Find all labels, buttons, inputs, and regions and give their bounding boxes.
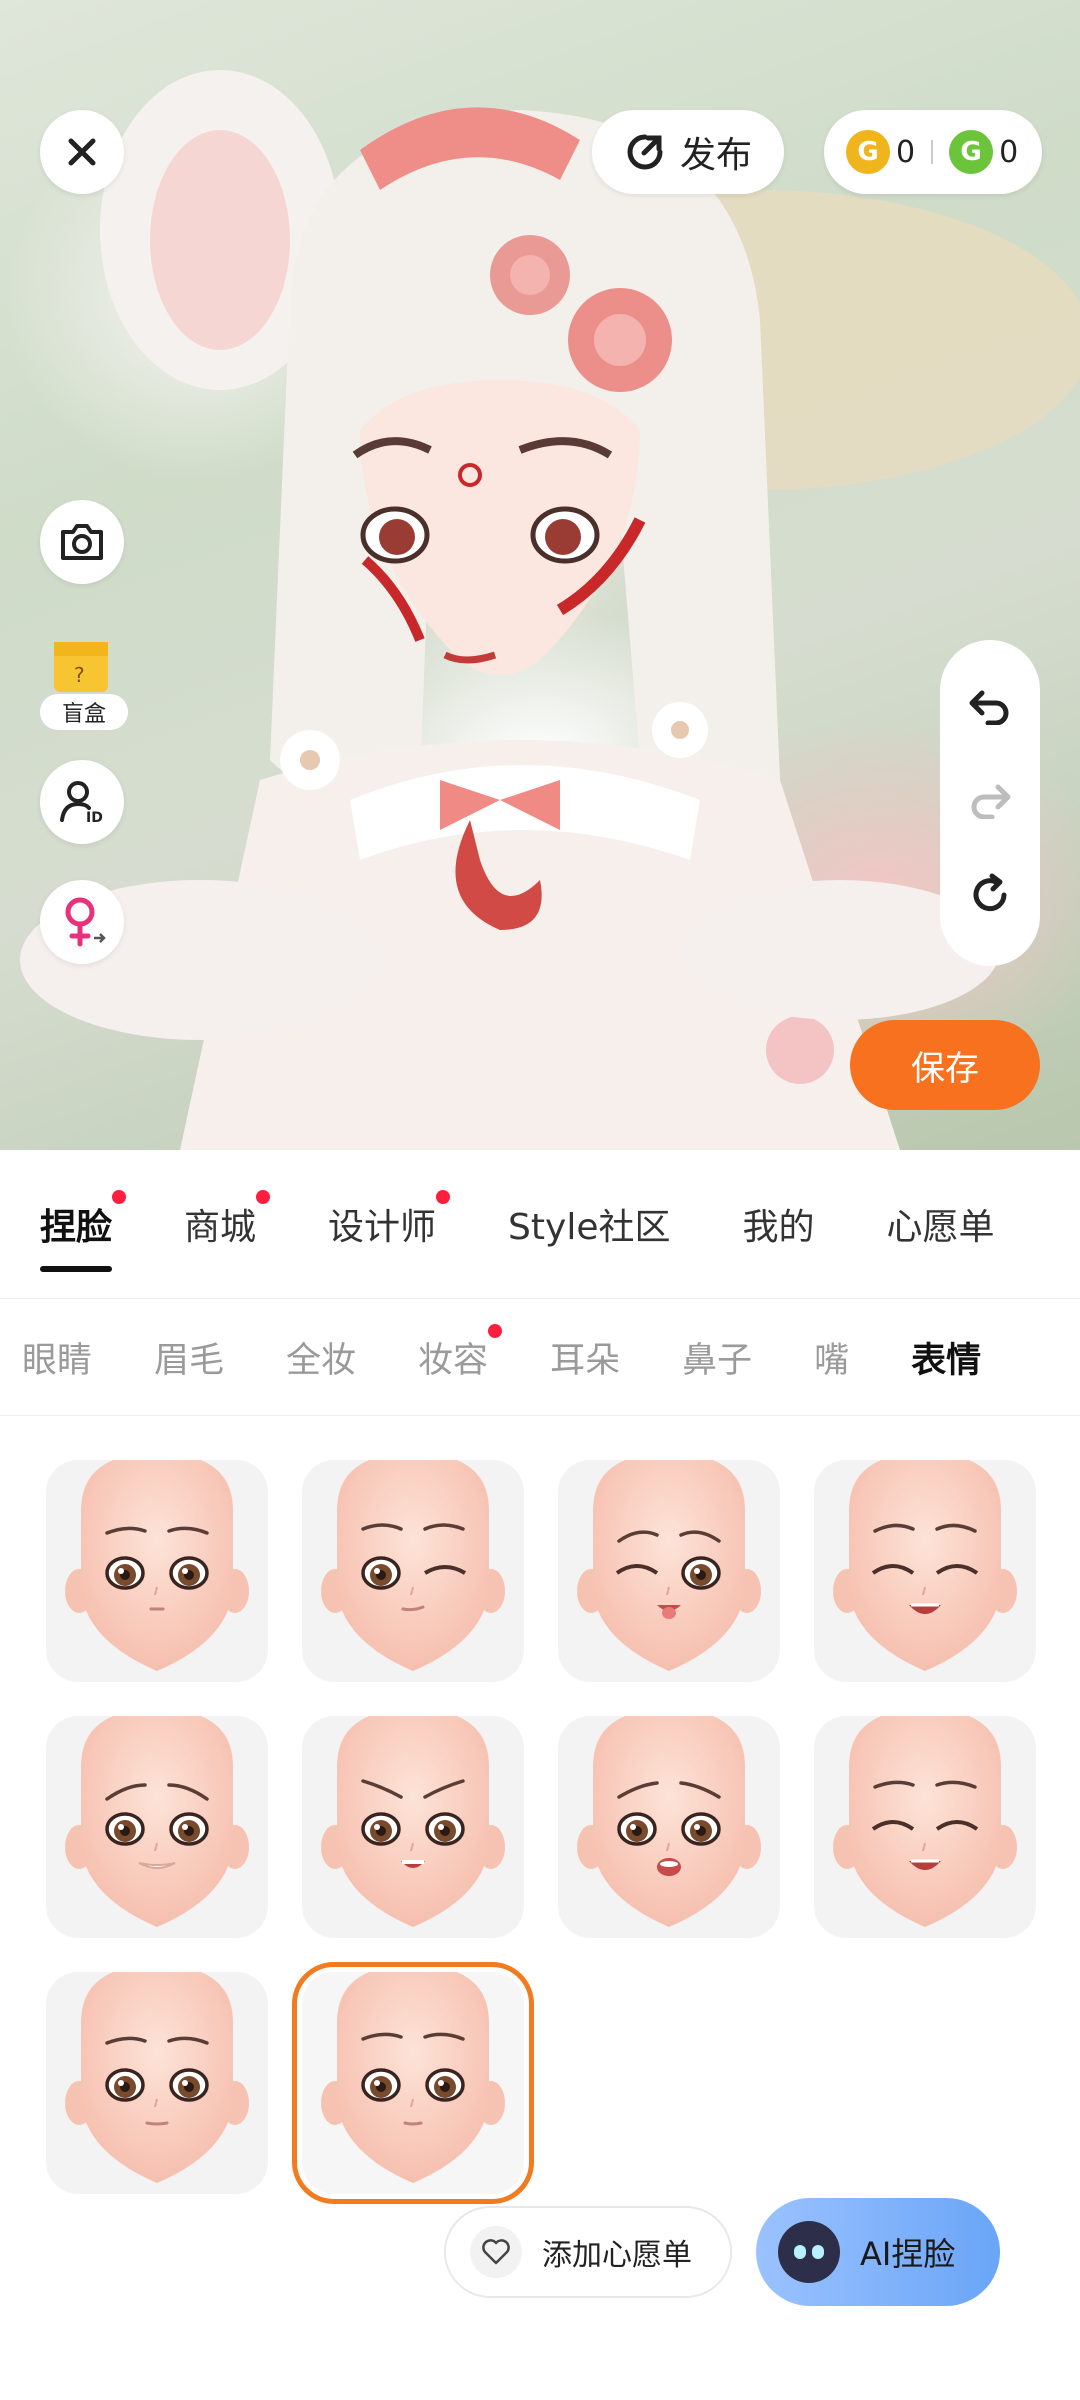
face-preview (321, 1972, 505, 2183)
subtab-5[interactable]: 鼻子 (682, 1332, 752, 1383)
notification-dot (256, 1190, 271, 1204)
subtab-label: 眉毛 (154, 1340, 225, 1381)
green-coin-icon: G (949, 130, 994, 174)
gold-coin-count: 0 (896, 134, 916, 170)
subtab-label: 全妆 (286, 1340, 357, 1381)
undo-button[interactable] (968, 685, 1012, 729)
tab-label: 我的 (742, 1207, 815, 1248)
subtab-label: 妆容 (418, 1340, 489, 1381)
history-controls (940, 640, 1040, 966)
notification-dot (436, 1190, 451, 1204)
face-preview (577, 1716, 761, 1927)
close-icon (68, 138, 96, 166)
subtab-4[interactable]: 耳朵 (550, 1332, 620, 1383)
tab-5[interactable]: 心愿单 (887, 1198, 995, 1250)
subtab-0[interactable]: 眼睛 (22, 1332, 92, 1383)
expression-option-neutral-smile[interactable] (46, 1460, 268, 1682)
gold-coin-icon: G (846, 130, 890, 174)
ai-face-label: AI捏脸 (860, 2235, 956, 2273)
blind-box-label: 盲盒 (40, 694, 128, 730)
currency-balance[interactable]: G 0 G 0 (824, 110, 1042, 194)
green-coin-count: 0 (999, 134, 1019, 170)
character-viewport[interactable]: 发布 G 0 G 0 ? 盲盒 ID 保存 (0, 0, 1080, 1150)
ai-face-button[interactable]: AI捏脸 (756, 2198, 1000, 2306)
expression-option-worried-grin[interactable] (46, 1716, 268, 1938)
reset-button[interactable] (968, 873, 1012, 921)
tab-label: Style社区 (508, 1207, 671, 1248)
subtab-label: 眼睛 (22, 1340, 93, 1381)
publish-icon (627, 134, 663, 170)
camera-icon (61, 524, 103, 560)
face-preview (65, 1716, 249, 1927)
feature-subtabs: 眼睛 眉毛 全妆 妆容 耳朵 鼻子 嘴 表情 (0, 1298, 1080, 1416)
expression-option-calm[interactable] (46, 1972, 268, 2194)
tab-0[interactable]: 捏脸 (40, 1190, 127, 1272)
face-preview (321, 1716, 505, 1927)
notification-dot (488, 1323, 503, 1338)
face-preview (65, 1460, 249, 1671)
tab-label: 商城 (184, 1207, 257, 1248)
gender-switch-button[interactable] (40, 880, 124, 964)
robot-icon (778, 2221, 840, 2283)
divider (931, 140, 934, 164)
svg-text:?: ? (74, 663, 85, 687)
expression-option-angry[interactable] (302, 1716, 524, 1938)
publish-button[interactable]: 发布 (592, 110, 784, 194)
tab-4[interactable]: 我的 (742, 1198, 814, 1250)
expression-option-tongue-out[interactable] (558, 1460, 780, 1682)
redo-button[interactable] (968, 779, 1012, 823)
subtab-label: 鼻子 (682, 1340, 753, 1381)
face-preview (833, 1716, 1017, 1927)
blind-box-icon: ? (54, 642, 108, 692)
subtab-label: 耳朵 (550, 1340, 621, 1381)
expression-option-default[interactable] (292, 1962, 534, 2204)
tab-label: 心愿单 (886, 1207, 995, 1248)
subtab-label: 表情 (911, 1340, 982, 1381)
subtab-3[interactable]: 妆容 (418, 1323, 503, 1383)
publish-label: 发布 (679, 135, 752, 176)
face-preview (65, 1972, 249, 2183)
reset-icon (973, 873, 1007, 912)
face-preview (577, 1460, 761, 1671)
tab-2[interactable]: 设计师 (328, 1190, 451, 1250)
subtab-6[interactable]: 嘴 (814, 1332, 849, 1383)
subtab-7[interactable]: 表情 (911, 1332, 981, 1383)
undo-icon (969, 690, 1009, 726)
save-button[interactable]: 保存 (850, 1020, 1040, 1110)
face-preview (321, 1460, 505, 1671)
face-preview (833, 1460, 1017, 1671)
expression-option-sad[interactable] (558, 1716, 780, 1938)
bottom-actions: 添加心愿单 AI捏脸 (0, 2190, 1080, 2320)
subtab-2[interactable]: 全妆 (286, 1332, 356, 1383)
category-tabs: 捏脸 商城 设计师 Style社区 我的 心愿单 (0, 1150, 1080, 1298)
expression-option-laughing[interactable] (814, 1460, 1036, 1682)
svg-text:ID: ID (86, 810, 103, 826)
camera-button[interactable] (40, 500, 124, 584)
subtab-1[interactable]: 眉毛 (154, 1332, 224, 1383)
redo-icon (971, 784, 1011, 820)
close-button[interactable] (40, 110, 124, 194)
user-id-icon: ID (60, 781, 103, 826)
female-gender-icon (65, 897, 106, 947)
subtab-label: 嘴 (814, 1340, 850, 1381)
notification-dot (112, 1190, 127, 1204)
expression-option-content[interactable] (814, 1716, 1036, 1938)
tab-3[interactable]: Style社区 (508, 1198, 670, 1250)
heart-icon (470, 2226, 522, 2278)
avatar-id-button[interactable]: ID (40, 760, 124, 844)
add-wishlist-label: 添加心愿单 (542, 2238, 692, 2273)
blind-box-button[interactable]: ? 盲盒 (40, 630, 130, 730)
add-wishlist-button[interactable]: 添加心愿单 (444, 2206, 732, 2298)
tab-1[interactable]: 商城 (184, 1190, 271, 1250)
tab-label: 设计师 (328, 1207, 437, 1248)
tab-label: 捏脸 (40, 1207, 113, 1248)
expression-option-wink[interactable] (302, 1460, 524, 1682)
